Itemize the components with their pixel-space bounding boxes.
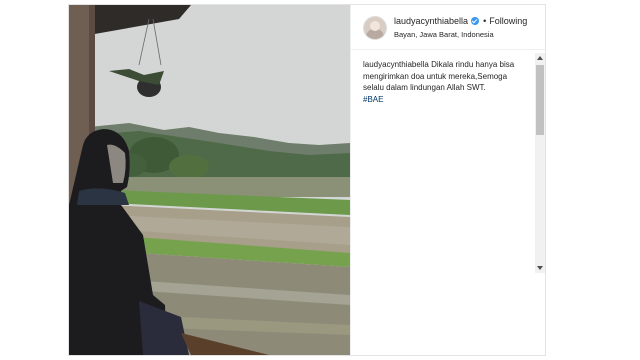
verified-badge-icon bbox=[471, 17, 480, 25]
scroll-up-arrow-icon[interactable] bbox=[537, 56, 543, 60]
profile-avatar[interactable] bbox=[363, 16, 387, 40]
instagram-post: laudyacynthiabella • Following Bayan, Ja… bbox=[68, 4, 546, 356]
caption: laudyacynthiabella Dikala rindu hanya bi… bbox=[351, 53, 533, 355]
post-photo[interactable] bbox=[69, 5, 350, 355]
post-sidebar: laudyacynthiabella • Following Bayan, Ja… bbox=[350, 5, 545, 355]
separator-dot: • bbox=[483, 16, 487, 26]
hashtag-link[interactable]: #BAE bbox=[363, 94, 525, 106]
username-row: laudyacynthiabella • Following bbox=[394, 16, 527, 26]
location-link[interactable]: Bayan, Jawa Barat, Indonesia bbox=[394, 30, 494, 39]
scroll-thumb[interactable] bbox=[536, 65, 544, 135]
caption-username[interactable]: laudyacynthiabella bbox=[363, 60, 429, 69]
caption-scrollbar[interactable] bbox=[535, 53, 545, 273]
post-header: laudyacynthiabella • Following Bayan, Ja… bbox=[351, 5, 545, 50]
scroll-down-arrow-icon[interactable] bbox=[537, 266, 543, 270]
rice-field-photo bbox=[69, 5, 350, 355]
following-button[interactable]: Following bbox=[489, 16, 527, 26]
username-link[interactable]: laudyacynthiabella bbox=[394, 16, 468, 26]
